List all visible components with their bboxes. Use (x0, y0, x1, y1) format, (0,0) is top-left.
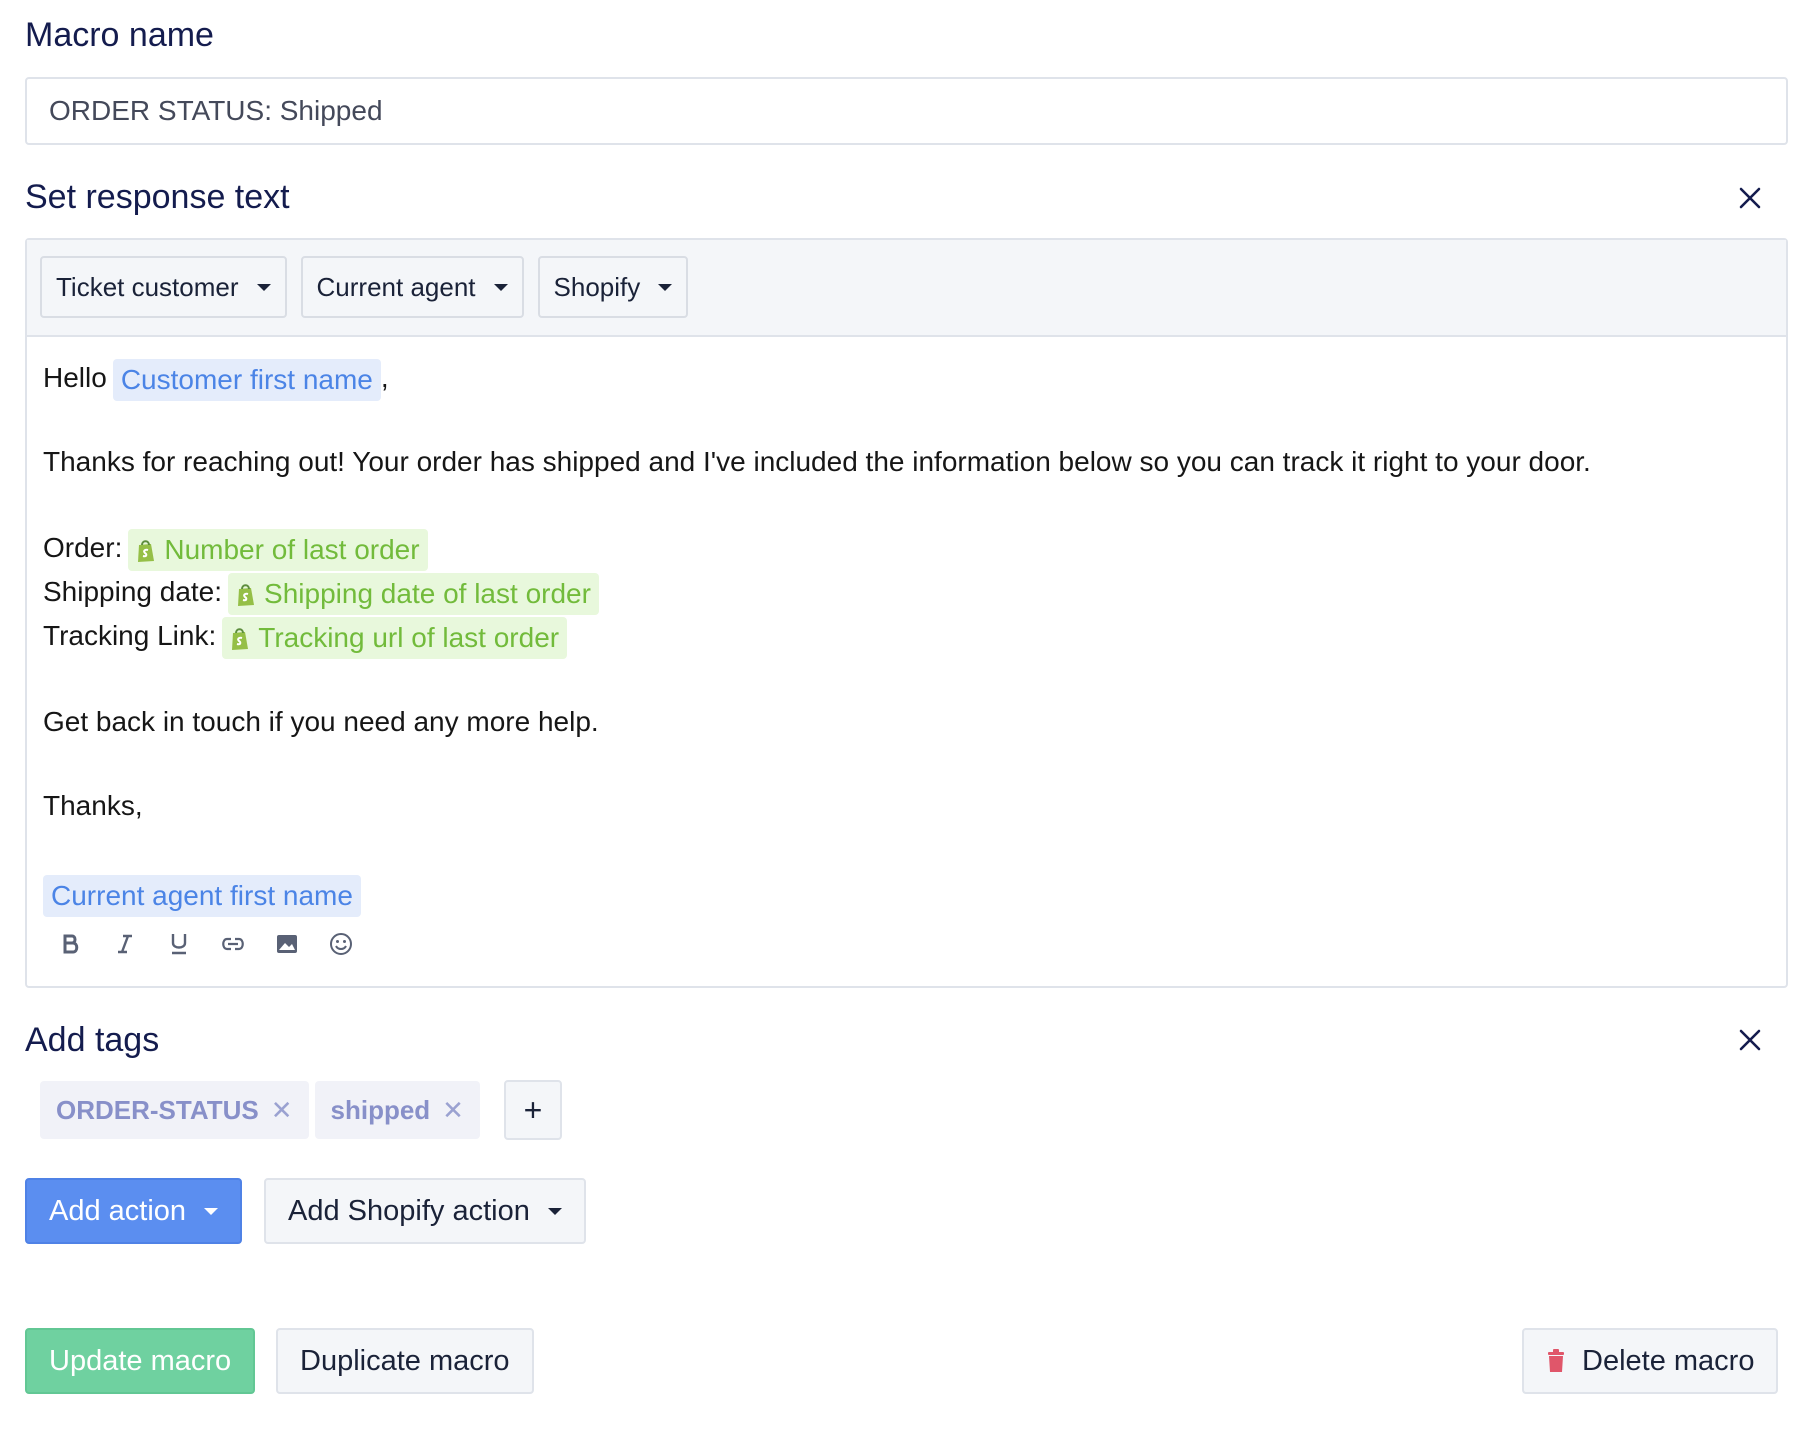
order-number-label: Number of last order (164, 533, 420, 565)
link-icon (222, 937, 244, 951)
tag-order-status: ORDER-STATUS ✕ (40, 1081, 309, 1139)
underline-button[interactable] (165, 930, 193, 958)
body-paragraph: Thanks for reaching out! Your order has … (43, 446, 1591, 477)
tracking-url-variable[interactable]: Tracking url of last order (222, 616, 568, 659)
link-button[interactable] (219, 930, 247, 958)
shipping-line: Shipping date: Shipping date of last orde… (43, 571, 1770, 615)
order-line: Order: Number of last order (43, 525, 1770, 571)
trash-icon (1546, 1349, 1566, 1373)
current-agent-label: Current agent (316, 271, 476, 302)
shipping-date-label: Shipping date of last order (264, 577, 591, 609)
help-line: Get back in touch if you need any more h… (43, 706, 599, 737)
customer-first-name-variable[interactable]: Customer first name (112, 358, 381, 401)
agent-name-line: Current agent first name (43, 873, 1770, 917)
greeting-text: Hello (43, 362, 107, 393)
shopify-dropdown[interactable]: Shopify (537, 256, 689, 318)
tag-label: ORDER-STATUS (56, 1094, 259, 1125)
remove-tag-icon[interactable]: ✕ (442, 1095, 464, 1126)
delete-macro-button[interactable]: Delete macro (1522, 1328, 1779, 1394)
tag-shipped: shipped ✕ (314, 1081, 480, 1139)
add-shopify-action-label: Add Shopify action (288, 1194, 530, 1227)
emoji-button[interactable] (327, 930, 355, 958)
tracking-label: Tracking Link: (43, 620, 217, 651)
close-tags-button[interactable] (1730, 1020, 1770, 1060)
tag-label: shipped (330, 1094, 431, 1125)
chevron-down-icon (204, 1207, 219, 1215)
delete-macro-label: Delete macro (1582, 1344, 1755, 1377)
response-text-heading: Set response text (25, 178, 290, 216)
tags-list: ORDER-STATUS ✕ shipped ✕ + (40, 1080, 562, 1140)
close-response-button[interactable] (1730, 178, 1770, 218)
shopify-label: Shopify (553, 271, 641, 302)
message-body[interactable]: Hello Customer first name, Thanks for rea… (27, 337, 1786, 917)
shopify-icon (232, 627, 249, 650)
agent-first-name-variable[interactable]: Current agent first name (43, 874, 361, 917)
shipping-label: Shipping date: (43, 576, 223, 607)
duplicate-macro-button[interactable]: Duplicate macro (276, 1328, 534, 1394)
close-icon (1739, 187, 1761, 209)
add-action-button[interactable]: Add action (25, 1178, 243, 1244)
macro-name-heading: Macro name (25, 16, 214, 54)
tracking-line: Tracking Link: Tracking url of last order (43, 613, 1770, 659)
order-label: Order: (43, 532, 123, 563)
italic-button[interactable] (111, 930, 139, 958)
response-editor: Ticket customer Current agent Shopify He… (25, 238, 1788, 988)
emoji-icon (330, 933, 352, 955)
chevron-down-icon (493, 283, 508, 291)
ticket-customer-dropdown[interactable]: Ticket customer (40, 256, 287, 318)
update-macro-button[interactable]: Update macro (25, 1328, 256, 1394)
order-number-variable[interactable]: Number of last order (128, 528, 428, 571)
shopify-icon (138, 539, 155, 562)
close-icon (1739, 1029, 1761, 1051)
greeting-suffix: , (380, 362, 389, 393)
add-shopify-action-button[interactable]: Add Shopify action (264, 1178, 586, 1244)
sign-off-line: Thanks, (43, 790, 143, 821)
add-tags-heading: Add tags (25, 1021, 160, 1059)
current-agent-dropdown[interactable]: Current agent (300, 256, 524, 318)
chevron-down-icon (658, 283, 673, 291)
chevron-down-icon (547, 1207, 562, 1215)
remove-tag-icon[interactable]: ✕ (271, 1095, 293, 1126)
ticket-customer-label: Ticket customer (56, 271, 239, 302)
variable-toolbar: Ticket customer Current agent Shopify (27, 240, 1786, 337)
tracking-url-label: Tracking url of last order (258, 621, 560, 653)
shopify-icon (238, 583, 255, 606)
format-toolbar (57, 930, 355, 958)
chevron-down-icon (256, 283, 271, 291)
macro-editor-page: Macro name Set response text Ticket cust… (0, 0, 1810, 1432)
image-button[interactable] (273, 930, 301, 958)
italic-icon (118, 934, 132, 954)
shipping-date-variable[interactable]: Shipping date of last order (228, 572, 599, 615)
image-icon (277, 935, 297, 953)
bold-icon (63, 934, 79, 954)
add-action-label: Add action (49, 1194, 187, 1227)
greeting-line: Hello Customer first name, (43, 357, 1770, 401)
add-tag-button[interactable]: + (503, 1080, 562, 1140)
macro-name-input[interactable] (25, 77, 1788, 145)
underline-icon (171, 934, 187, 955)
bold-button[interactable] (57, 930, 85, 958)
